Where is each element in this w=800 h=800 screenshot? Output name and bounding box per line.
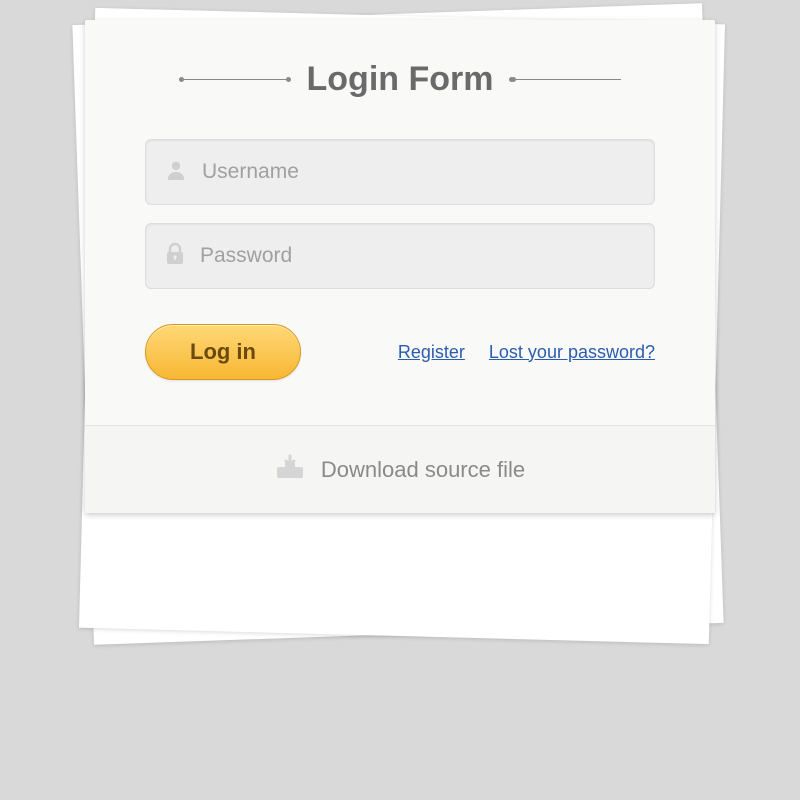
download-icon [275,454,305,485]
title-row: Login Form [145,60,655,99]
divider-line [179,79,289,80]
login-card: Login Form [85,20,715,513]
login-button[interactable]: Log in [145,324,301,380]
download-label: Download source file [321,457,525,483]
divider-line [511,79,621,80]
page-title: Login Form [307,60,494,99]
username-input[interactable] [202,160,636,184]
register-link[interactable]: Register [398,342,465,363]
username-field-wrap[interactable] [145,139,655,205]
lost-password-link[interactable]: Lost your password? [489,342,655,363]
lock-icon [164,242,186,271]
password-field-wrap[interactable] [145,223,655,289]
user-icon [164,158,188,187]
download-footer[interactable]: Download source file [85,425,715,513]
password-input[interactable] [200,244,636,268]
